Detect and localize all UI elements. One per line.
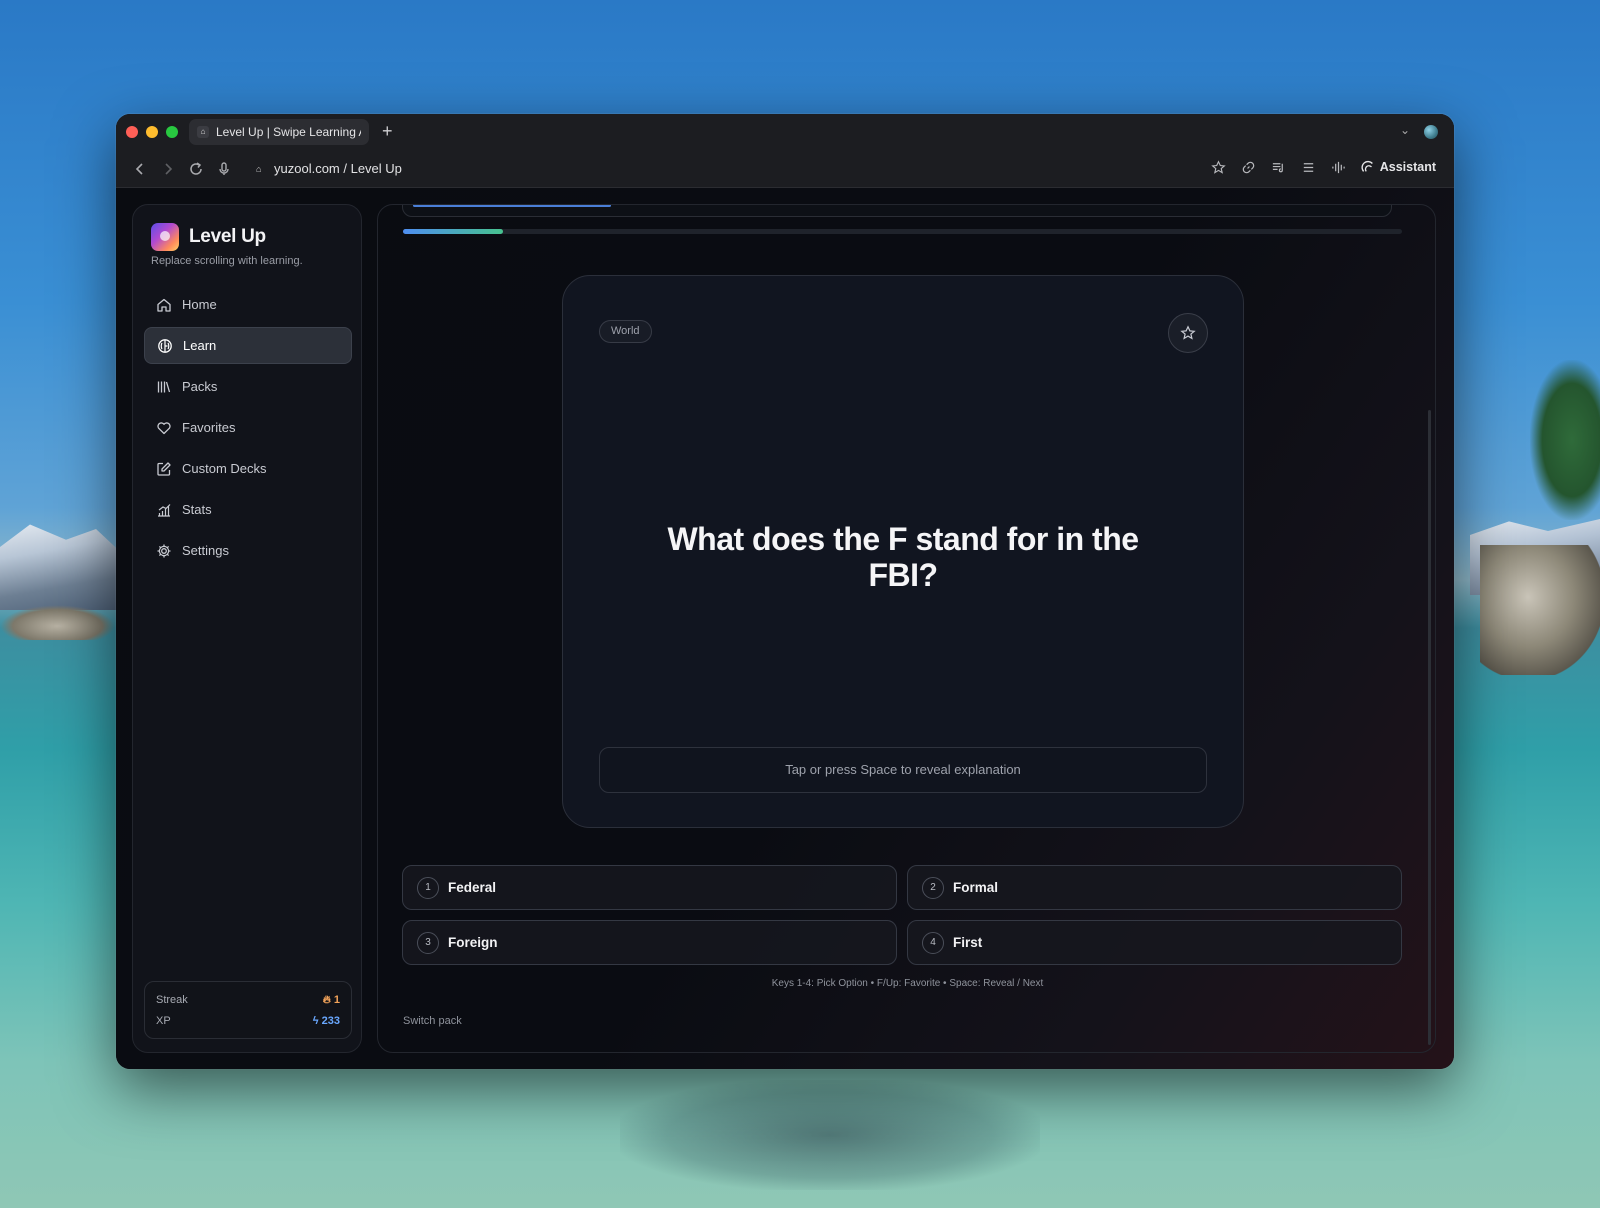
sidebar-item-learn[interactable]: Learn (144, 327, 352, 364)
menu-icon[interactable] (1301, 159, 1317, 175)
sidebar-item-label: Stats (182, 502, 212, 517)
sidebar-item-favorites[interactable]: Favorites (144, 409, 352, 446)
sidebar-item-label: Learn (183, 338, 217, 353)
brand[interactable]: Level Up (151, 223, 266, 251)
lightning-icon: ϟ (312, 1015, 319, 1027)
previous-card-progress (413, 205, 611, 207)
reload-icon[interactable] (188, 161, 204, 177)
tab-favicon-icon: ⌂ (197, 126, 209, 138)
home-icon (157, 298, 171, 312)
sidebar-item-label: Settings (182, 543, 229, 558)
xp-value: 233 (321, 1015, 340, 1027)
answer-option[interactable]: 2 Formal (907, 865, 1402, 910)
close-window-button[interactable] (126, 126, 138, 138)
background-rocks (1480, 545, 1600, 675)
browser-window: ⌂ Level Up | Swipe Learning Ap + ⌄ ⌂ yuz… (116, 114, 1454, 1069)
streak-value-group: 🔥︎ 1 (323, 994, 340, 1007)
star-icon (1180, 325, 1196, 340)
app-logo (151, 223, 179, 251)
sidebar-item-settings[interactable]: Settings (144, 532, 352, 569)
url-text: yuzool.com / Level Up (274, 161, 402, 176)
background-reef (620, 1080, 1040, 1190)
xp-label: XP (156, 1015, 171, 1027)
tab-title: Level Up | Swipe Learning Ap (216, 125, 361, 139)
background-mountain (1470, 519, 1600, 595)
sidebar-item-custom-decks[interactable]: Custom Decks (144, 450, 352, 487)
previous-card-peek (402, 205, 1392, 217)
maximize-window-button[interactable] (166, 126, 178, 138)
session-progress-bar (403, 229, 1402, 234)
site-favicon-icon: ⌂ (256, 163, 262, 174)
chevron-down-icon[interactable]: ⌄ (1400, 123, 1410, 137)
option-label: Formal (953, 880, 999, 895)
answer-option[interactable]: 3 Foreign (402, 920, 897, 965)
sidebar-item-label: Custom Decks (182, 461, 267, 476)
favorite-button[interactable] (1168, 313, 1208, 353)
session-progress-fill (403, 229, 503, 234)
background-tree (1530, 360, 1600, 520)
gear-icon (157, 544, 171, 557)
option-label: Foreign (448, 935, 498, 950)
option-label: First (953, 935, 983, 950)
library-icon (157, 381, 171, 392)
option-number-badge: 1 (417, 876, 439, 899)
minimize-window-button[interactable] (146, 126, 158, 138)
user-stats-panel: Streak 🔥︎ 1 XP ϟ 233 (144, 981, 352, 1039)
option-label: Federal (448, 880, 497, 895)
new-tab-button[interactable]: + (382, 120, 393, 142)
scrollbar[interactable] (1428, 410, 1431, 1045)
heart-icon (157, 421, 171, 434)
option-number-badge: 3 (417, 931, 439, 954)
brain-icon (158, 338, 172, 353)
category-badge: World (599, 320, 652, 343)
link-icon[interactable] (1241, 159, 1257, 175)
sidebar-item-label: Home (182, 297, 217, 312)
flame-icon: 🔥︎ (322, 994, 331, 1006)
assistant-icon (1361, 160, 1373, 172)
bookmark-star-icon[interactable] (1211, 159, 1227, 175)
app-name: Level Up (189, 226, 266, 247)
sidebar-nav: Home Learn Packs Favorites Custom Decks (144, 286, 352, 573)
sidebar-item-label: Favorites (182, 420, 236, 435)
switch-pack-link[interactable]: Switch pack (403, 1015, 462, 1027)
audio-waveform-icon[interactable] (1331, 159, 1347, 175)
back-icon[interactable] (132, 161, 148, 177)
profile-avatar[interactable] (1424, 125, 1438, 139)
question-text: What does the F stand for in the FBI? (667, 521, 1139, 593)
answer-option[interactable]: 1 Federal (402, 865, 897, 910)
edit-icon (157, 461, 171, 476)
assistant-button[interactable]: Assistant (1361, 160, 1436, 174)
assistant-label: Assistant (1379, 160, 1436, 174)
chart-icon (158, 503, 171, 517)
sidebar-item-stats[interactable]: Stats (144, 491, 352, 528)
reveal-explanation-button[interactable]: Tap or press Space to reveal explanation (599, 747, 1207, 793)
forward-icon[interactable] (160, 161, 176, 177)
sidebar: Level Up Replace scrolling with learning… (132, 204, 362, 1053)
option-number-badge: 4 (922, 931, 944, 954)
option-number-badge: 2 (922, 876, 944, 899)
browser-toolbar: ⌂ yuzool.com / Level Up Assistant (116, 150, 1454, 188)
background-rocks (0, 605, 115, 640)
sidebar-item-home[interactable]: Home (144, 286, 352, 323)
streak-value: 1 (333, 994, 340, 1006)
main-panel: World What does the F stand for in the F… (377, 204, 1436, 1053)
playlist-icon[interactable] (1271, 159, 1287, 175)
question-card[interactable]: World What does the F stand for in the F… (562, 275, 1244, 828)
xp-value-group: ϟ 233 (313, 1015, 340, 1027)
title-bar: ⌂ Level Up | Swipe Learning Ap + ⌄ (116, 114, 1454, 150)
keyboard-hint: Keys 1-4: Pick Option • F/Up: Favorite •… (771, 978, 1044, 989)
browser-tab[interactable]: ⌂ Level Up | Swipe Learning Ap (189, 119, 369, 145)
address-bar[interactable]: ⌂ yuzool.com / Level Up (256, 161, 402, 176)
app-content: Level Up Replace scrolling with learning… (116, 188, 1454, 1069)
sidebar-item-label: Packs (182, 379, 218, 394)
sidebar-item-packs[interactable]: Packs (144, 368, 352, 405)
app-tagline: Replace scrolling with learning. (151, 255, 303, 267)
answer-option[interactable]: 4 First (907, 920, 1402, 965)
background-mountain (0, 524, 120, 610)
streak-label: Streak (156, 994, 188, 1006)
microphone-icon[interactable] (216, 161, 232, 177)
